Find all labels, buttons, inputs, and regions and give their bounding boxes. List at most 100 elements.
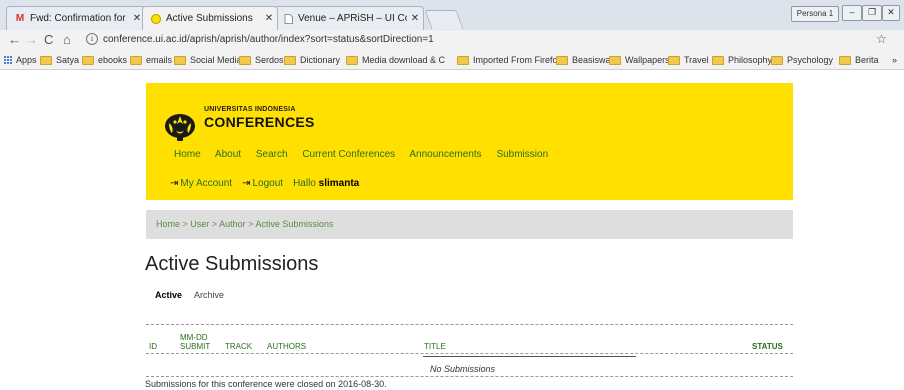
nav-search[interactable]: Search	[256, 149, 288, 160]
home-icon[interactable]: ⌂	[63, 32, 71, 48]
bookmark-folder[interactable]: Travel	[668, 53, 709, 67]
user-navigation: ⇥ My Account ⇥ Logout Hallo slimanta	[170, 178, 359, 189]
ui-conference-icon	[151, 13, 161, 24]
nav-current-conferences[interactable]: Current Conferences	[302, 149, 395, 160]
table-header-rule	[146, 353, 793, 354]
bookmark-folder[interactable]: emails	[130, 53, 172, 67]
main-navigation: Home About Search Current Conferences An…	[174, 149, 560, 160]
folder-icon	[130, 55, 142, 65]
tab-title: Fwd: Confirmation for re	[30, 13, 129, 24]
folder-icon	[839, 55, 851, 65]
close-icon[interactable]: ✕	[261, 13, 277, 24]
minimize-icon[interactable]: –	[842, 5, 862, 21]
tab-archive[interactable]: Archive	[194, 290, 224, 300]
new-tab-button[interactable]	[424, 10, 464, 29]
profile-button[interactable]: Persona 1	[791, 6, 839, 22]
folder-icon	[609, 55, 621, 65]
greeting: Hallo slimanta	[293, 178, 360, 189]
table-bottom-rule	[146, 376, 793, 377]
bookmark-folder[interactable]: Psychology	[771, 53, 833, 67]
bookmarks-bar: Apps Satya ebooks emails Social Media Se…	[0, 50, 904, 70]
bookmarks-overflow-button[interactable]: »	[892, 53, 897, 67]
bookmark-folder[interactable]: Serdos	[239, 53, 284, 67]
tab-gmail[interactable]: M Fwd: Confirmation for re ✕	[6, 6, 146, 30]
tab-venue[interactable]: Venue – APRiSH – UI Co ✕	[274, 6, 424, 30]
column-header-title[interactable]: TITLE	[424, 342, 446, 351]
info-icon[interactable]: i	[86, 33, 98, 46]
browser-toolbar: ← → C ⌂ i conference.ui.ac.id/aprish/apri…	[0, 30, 904, 50]
page-title: Active Submissions	[145, 253, 319, 275]
breadcrumb-home[interactable]: Home	[156, 219, 180, 229]
my-account-link[interactable]: ⇥ My Account	[170, 178, 232, 189]
bookmark-folder[interactable]: Dictionary	[284, 53, 340, 67]
tab-title: Active Submissions	[166, 13, 253, 24]
folder-icon	[668, 55, 680, 65]
breadcrumb-separator: >	[245, 219, 256, 229]
close-icon[interactable]: ✕	[407, 13, 423, 24]
submission-tabs: Active Archive	[155, 290, 224, 300]
tab-title: Venue – APRiSH – UI Co	[298, 13, 407, 24]
bookmark-folder[interactable]: Berita	[839, 53, 879, 67]
bookmark-folder[interactable]: Satya	[40, 53, 79, 67]
breadcrumb-user[interactable]: User	[190, 219, 209, 229]
column-header-mmdd[interactable]: MM-DD	[180, 333, 208, 342]
address-bar[interactable]: i conference.ui.ac.id/aprish/aprish/autho…	[86, 32, 876, 48]
logo-conferences-text: CONFERENCES	[204, 114, 315, 130]
folder-icon	[239, 55, 251, 65]
breadcrumb-active-submissions[interactable]: Active Submissions	[255, 219, 333, 229]
folder-icon	[556, 55, 568, 65]
username: slimanta	[318, 178, 360, 189]
column-header-authors[interactable]: AUTHORS	[267, 342, 306, 351]
logout-link[interactable]: ⇥ Logout	[242, 178, 283, 189]
bookmark-folder[interactable]: Social Media	[174, 53, 242, 67]
bookmark-folder[interactable]: Imported From Firefo	[457, 53, 558, 67]
folder-icon	[284, 55, 296, 65]
nav-announcements[interactable]: Announcements	[409, 149, 481, 160]
forward-icon[interactable]: →	[25, 32, 38, 48]
folder-icon	[457, 55, 469, 65]
bookmark-apps[interactable]: Apps	[4, 53, 37, 67]
bookmark-folder[interactable]: Media download & C	[346, 53, 445, 67]
logo-university-text: UNIVERSITAS INDONESIA	[204, 106, 296, 113]
folder-icon	[346, 55, 358, 65]
breadcrumb-separator: >	[209, 219, 220, 229]
folder-icon	[82, 55, 94, 65]
bookmark-folder[interactable]: ebooks	[82, 53, 127, 67]
maximize-icon[interactable]: ❐	[862, 5, 882, 21]
folder-icon	[712, 55, 724, 65]
gmail-icon: M	[15, 13, 25, 24]
nav-about[interactable]: About	[215, 149, 241, 160]
bookmark-folder[interactable]: Wallpapers	[609, 53, 670, 67]
submissions-closed-notice: Submissions for this conference were clo…	[145, 379, 387, 389]
apps-grid-icon	[4, 56, 12, 64]
back-icon[interactable]: ←	[8, 32, 21, 48]
bookmark-star-icon[interactable]: ☆	[876, 32, 887, 46]
tab-active[interactable]: Active	[155, 290, 182, 300]
column-header-status[interactable]: STATUS	[752, 342, 783, 351]
close-window-icon[interactable]: ✕	[882, 5, 900, 21]
breadcrumb: Home > User > Author > Active Submission…	[146, 210, 793, 239]
column-header-submit[interactable]: SUBMIT	[180, 342, 210, 351]
reload-icon[interactable]: C	[44, 32, 53, 48]
bookmark-folder[interactable]: Philosophy	[712, 53, 772, 67]
document-icon	[283, 13, 293, 24]
browser-tab-strip: M Fwd: Confirmation for re ✕ Active Subm…	[0, 0, 904, 30]
url-text: conference.ui.ac.id/aprish/aprish/author…	[103, 34, 434, 45]
logout-arrow-icon: ⇥	[242, 178, 251, 189]
column-header-id[interactable]: ID	[149, 342, 157, 351]
nav-submission[interactable]: Submission	[496, 149, 548, 160]
login-arrow-icon: ⇥	[170, 178, 179, 189]
breadcrumb-separator: >	[180, 219, 191, 229]
folder-icon	[40, 55, 52, 65]
ui-makara-logo-icon[interactable]	[160, 105, 200, 145]
folder-icon	[174, 55, 186, 65]
tab-active-submissions[interactable]: Active Submissions ✕	[142, 6, 278, 30]
empty-table-message: No Submissions	[430, 364, 496, 374]
bookmark-folder[interactable]: Beasiswa	[556, 53, 611, 67]
title-column-rule	[423, 356, 636, 357]
column-header-track[interactable]: TRACK	[225, 342, 252, 351]
folder-icon	[771, 55, 783, 65]
breadcrumb-author[interactable]: Author	[219, 219, 246, 229]
table-top-rule	[146, 324, 793, 325]
nav-home[interactable]: Home	[174, 149, 201, 160]
